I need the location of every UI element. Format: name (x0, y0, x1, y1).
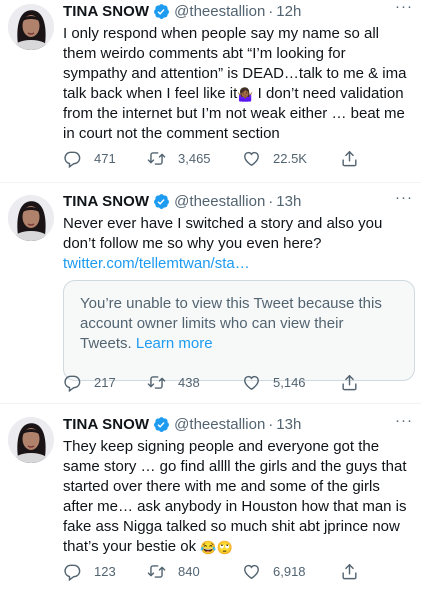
retweet-button[interactable]: 840 (147, 562, 242, 581)
like-button[interactable]: 22.5K (242, 149, 340, 168)
reply-icon (63, 562, 82, 581)
avatar[interactable] (8, 417, 54, 463)
share-button[interactable] (340, 562, 371, 581)
share-icon (340, 149, 359, 168)
retweet-button[interactable]: 438 (147, 373, 242, 392)
restricted-tweet-notice: You’re unable to view this Tweet because… (63, 280, 415, 381)
verified-badge-icon (153, 3, 170, 20)
separator-dot: · (268, 2, 274, 20)
tweet-actions: 123 840 6,918 (63, 560, 383, 582)
like-button[interactable]: 5,146 (242, 373, 340, 392)
tweet-text-main: Never ever have I switched a story and a… (63, 215, 383, 252)
tweet-header: TINA SNOW @theestallion · 12h (63, 1, 301, 21)
author-handle[interactable]: @theestallion (174, 193, 265, 210)
tweet-text: Never ever have I switched a story and a… (63, 214, 413, 274)
like-count: 5,146 (273, 374, 306, 390)
share-button[interactable] (340, 149, 371, 168)
timestamp[interactable]: 13h (276, 193, 301, 210)
timestamp[interactable]: 13h (276, 416, 301, 433)
reply-count: 471 (94, 150, 116, 166)
verified-badge-icon (153, 193, 170, 210)
retweet-icon (147, 562, 166, 581)
tweet-header: TINA SNOW @theestallion · 13h (63, 191, 301, 211)
reply-count: 217 (94, 374, 116, 390)
shrug-emoji: 🤷🏾‍♀️ (237, 87, 254, 102)
tweet-text-main: They keep signing people and everyone go… (63, 438, 407, 555)
timestamp[interactable]: 12h (276, 3, 301, 20)
more-icon[interactable]: ··· (395, 413, 413, 428)
retweet-count: 3,465 (178, 150, 211, 166)
tweet-2[interactable]: TINA SNOW @theestallion · 13h ··· Never … (0, 183, 421, 404)
retweet-icon (147, 149, 166, 168)
more-icon[interactable]: ··· (395, 190, 413, 205)
tweet-link[interactable]: twitter.com/tellemtwan/sta… (63, 255, 250, 272)
reply-icon (63, 149, 82, 168)
share-icon (340, 373, 359, 392)
retweet-count: 438 (178, 374, 200, 390)
retweet-button[interactable]: 3,465 (147, 149, 242, 168)
reply-button[interactable]: 123 (63, 562, 147, 581)
more-icon[interactable]: ··· (395, 0, 413, 14)
author-name[interactable]: TINA SNOW (63, 416, 149, 433)
tweet-text: They keep signing people and everyone go… (63, 437, 413, 557)
reply-button[interactable]: 217 (63, 373, 147, 392)
tweet-header: TINA SNOW @theestallion · 13h (63, 414, 301, 434)
retweet-count: 840 (178, 563, 200, 579)
tweet-actions: 217 438 5,146 (63, 371, 383, 393)
like-icon (242, 562, 261, 581)
reply-icon (63, 373, 82, 392)
author-handle[interactable]: @theestallion (174, 416, 265, 433)
share-button[interactable] (340, 373, 371, 392)
avatar[interactable] (8, 4, 54, 50)
reply-count: 123 (94, 563, 116, 579)
tweet-text: I only respond when people say my name s… (63, 24, 413, 144)
verified-badge-icon (153, 416, 170, 433)
like-icon (242, 149, 261, 168)
separator-dot: · (268, 192, 274, 210)
tweet-1[interactable]: TINA SNOW @theestallion · 12h ··· I only… (0, 0, 421, 183)
reply-button[interactable]: 471 (63, 149, 147, 168)
author-name[interactable]: TINA SNOW (63, 3, 149, 20)
notice-text: You’re unable to view this Tweet because… (80, 295, 382, 352)
tweet-actions: 471 3,465 22.5K (63, 147, 383, 169)
avatar[interactable] (8, 195, 54, 241)
learn-more-link[interactable]: Learn more (136, 335, 213, 352)
like-icon (242, 373, 261, 392)
retweet-icon (147, 373, 166, 392)
separator-dot: · (268, 415, 274, 433)
tweet-3[interactable]: TINA SNOW @theestallion · 13h ··· They k… (0, 404, 421, 590)
like-count: 6,918 (273, 563, 306, 579)
author-name[interactable]: TINA SNOW (63, 193, 149, 210)
like-button[interactable]: 6,918 (242, 562, 340, 581)
author-handle[interactable]: @theestallion (174, 3, 265, 20)
laughing-rolling-eyes-emoji: 😂🙄 (200, 540, 233, 555)
share-icon (340, 562, 359, 581)
like-count: 22.5K (273, 150, 307, 166)
